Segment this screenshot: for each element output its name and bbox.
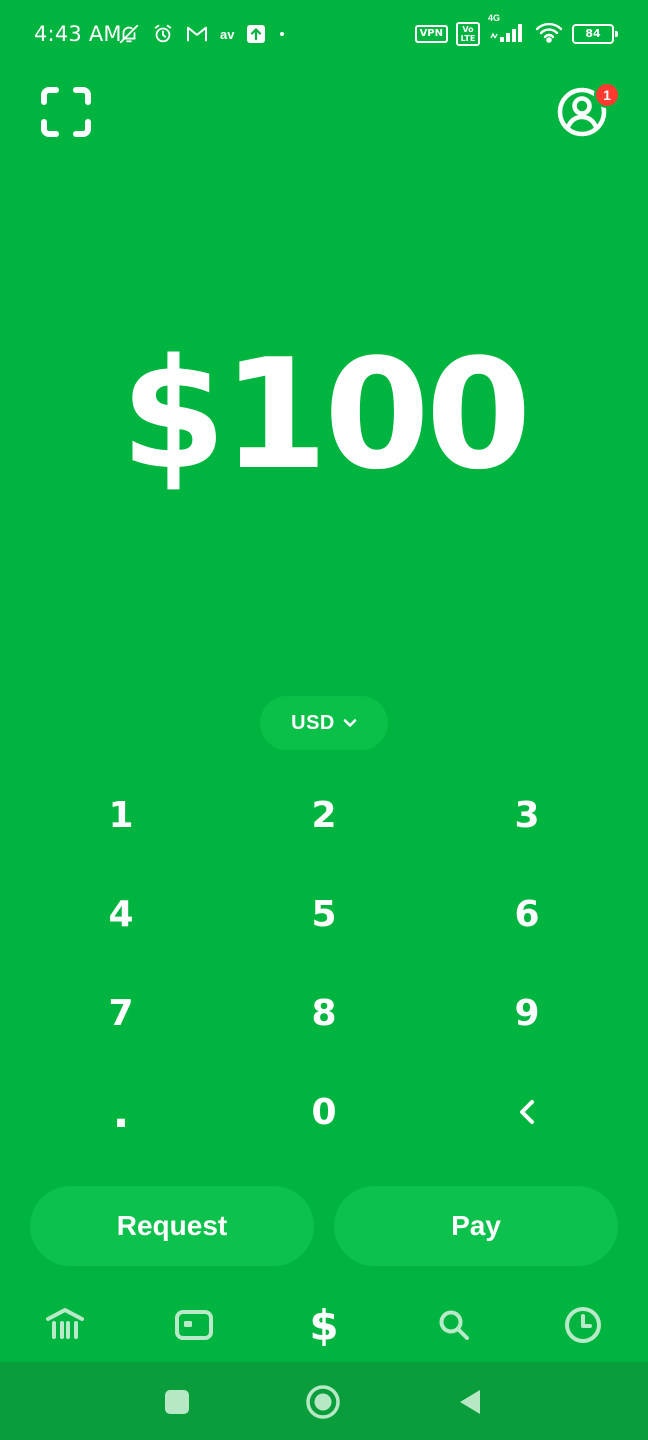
cash-app-payment-screen: 4:43 AM av VPN Vo LTE 4G 84 1 $100 USD 1…	[0, 0, 648, 1440]
bottom-nav: $	[0, 1290, 648, 1360]
key-8[interactable]: 8	[254, 968, 394, 1058]
currency-label: USD	[291, 711, 335, 734]
recents-icon	[165, 1390, 189, 1414]
chevron-down-icon	[343, 719, 357, 727]
key-7[interactable]: 7	[51, 968, 191, 1058]
pay-label: Pay	[451, 1210, 501, 1241]
cellular-signal-icon: 4G	[488, 13, 526, 48]
bank-icon	[46, 1308, 84, 1339]
key-9[interactable]: 9	[457, 968, 597, 1058]
status-icons-left: av	[118, 20, 286, 48]
wifi-icon	[534, 21, 564, 48]
dollar-icon: $	[309, 1300, 339, 1350]
scan-icon	[41, 87, 91, 137]
gmail-icon	[186, 25, 208, 43]
volte-badge: Vo LTE	[456, 22, 480, 46]
alarm-icon	[152, 23, 174, 45]
battery-icon: 84	[572, 24, 618, 44]
back-icon	[460, 1390, 480, 1414]
status-bar: 4:43 AM av VPN Vo LTE 4G 84	[0, 0, 648, 70]
chevron-left-icon	[520, 1100, 534, 1124]
network-type-label: 4G	[488, 12, 501, 23]
key-5[interactable]: 5	[254, 869, 394, 959]
request-button[interactable]: Request	[30, 1186, 314, 1266]
nav-activity[interactable]	[555, 1300, 611, 1350]
notification-badge: 1	[594, 82, 620, 108]
key-1[interactable]: 1	[51, 770, 191, 860]
status-icons-right: VPN Vo LTE 4G 84	[414, 13, 618, 48]
pay-button[interactable]: Pay	[334, 1186, 618, 1266]
nav-payments[interactable]: $	[296, 1300, 352, 1350]
scan-button[interactable]	[40, 86, 92, 138]
nav-banking[interactable]	[37, 1300, 93, 1350]
home-button[interactable]	[303, 1382, 343, 1422]
nav-card[interactable]	[166, 1300, 222, 1350]
key-6[interactable]: 6	[457, 869, 597, 959]
key-3[interactable]: 3	[457, 770, 597, 860]
recents-button[interactable]	[157, 1382, 197, 1422]
key-4[interactable]: 4	[51, 869, 191, 959]
key-2[interactable]: 2	[254, 770, 394, 860]
request-label: Request	[116, 1210, 228, 1241]
system-navigation-bar	[0, 1362, 648, 1440]
nav-search[interactable]	[426, 1300, 482, 1350]
dot-icon	[278, 30, 286, 38]
key-backspace[interactable]: <	[457, 1067, 597, 1157]
back-button[interactable]	[450, 1382, 490, 1422]
vpn-badge: VPN	[414, 25, 448, 43]
upload-icon	[246, 24, 266, 44]
currency-selector[interactable]: USD	[260, 696, 388, 750]
card-icon	[175, 1310, 213, 1340]
amount-display: $100	[120, 326, 531, 503]
key-decimal[interactable]: .	[51, 1067, 191, 1157]
status-time: 4:43 AM	[34, 22, 122, 46]
home-icon	[306, 1385, 340, 1419]
key-0[interactable]: 0	[254, 1067, 394, 1157]
app-icon: av	[220, 26, 235, 42]
muted-bell-icon	[118, 23, 140, 45]
search-icon	[439, 1310, 469, 1340]
activity-clock-icon	[565, 1307, 601, 1343]
